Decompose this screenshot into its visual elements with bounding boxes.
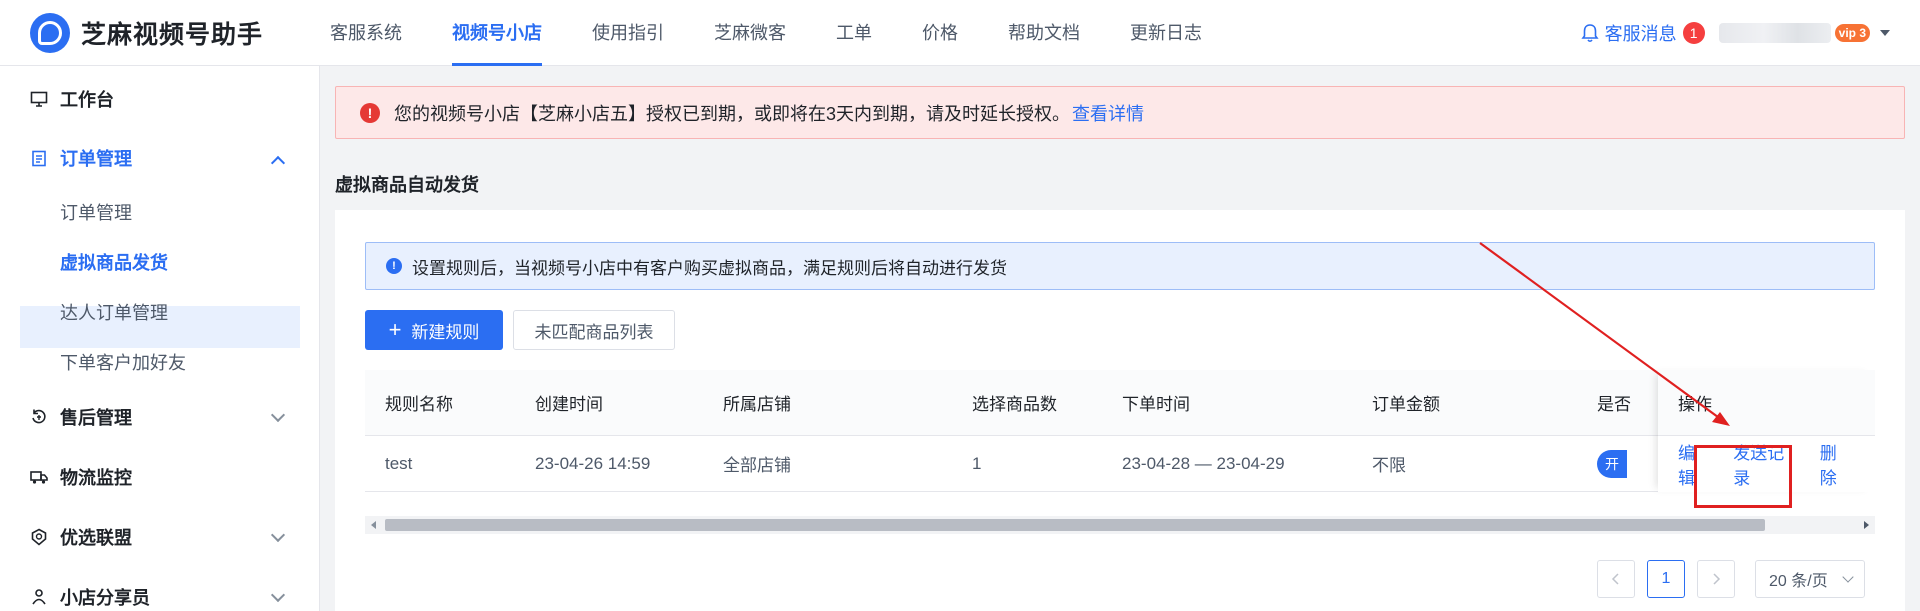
header-enabled: 是否 <box>1597 395 1631 414</box>
header-actions: 操作 <box>1658 370 1875 436</box>
user-name-blurred[interactable] <box>1718 23 1831 43</box>
horizontal-scrollbar[interactable] <box>365 516 1875 534</box>
badge-icon <box>30 528 48 546</box>
error-icon: ! <box>360 102 380 123</box>
monitor-icon <box>30 90 48 108</box>
chevron-left-icon <box>1611 573 1619 585</box>
sidebar-sub-orders[interactable]: 订单管理 <box>60 199 132 225</box>
table-row[interactable]: test 23-04-26 14:59 全部店铺 1 23-04-28 — 23… <box>365 436 1875 492</box>
header-product-count: 选择商品数 <box>972 395 1057 414</box>
unmatched-list-button[interactable]: 未匹配商品列表 <box>513 310 675 350</box>
nav-item-price[interactable]: 价格 <box>922 0 958 66</box>
chevron-down-icon[interactable] <box>270 527 286 543</box>
view-details-link[interactable]: 查看详情 <box>1072 100 1144 126</box>
sidebar-sub-add-customers[interactable]: 下单客户加好友 <box>60 349 186 375</box>
annotation-highlight-box <box>1694 445 1792 508</box>
top-bar: 芝麻视频号助手 客服系统 视频号小店 使用指引 芝麻微客 工单 价格 帮助文档 … <box>0 0 1920 66</box>
page-title: 虚拟商品自动发货 <box>335 175 479 195</box>
header-order-time: 下单时间 <box>1122 395 1190 414</box>
chevron-up-icon[interactable] <box>270 155 286 171</box>
sidebar-sub-virtual-delivery[interactable]: 虚拟商品发货 <box>60 249 168 275</box>
messages-link[interactable]: 客服消息 1 <box>1581 20 1705 46</box>
info-icon: ! <box>386 258 402 274</box>
user-menu-caret-icon[interactable] <box>1880 30 1890 36</box>
rules-table: 规则名称 创建时间 所属店铺 选择商品数 下单时间 订单金额 是否 test 2… <box>365 370 1875 492</box>
top-nav: 客服系统 视频号小店 使用指引 芝麻微客 工单 价格 帮助文档 更新日志 <box>330 0 1252 66</box>
scroll-thumb[interactable] <box>385 519 1765 531</box>
new-rule-button[interactable]: + 新建规则 <box>365 310 503 350</box>
cell-product-count: 1 <box>972 453 982 473</box>
chevron-down-icon[interactable] <box>270 407 286 423</box>
scroll-right-icon[interactable] <box>1864 521 1869 529</box>
clipboard-icon <box>30 149 48 167</box>
page-size-select[interactable]: 20 条/页 <box>1755 560 1865 598</box>
sidebar-group-sharer[interactable]: 小店分享员 <box>30 584 150 610</box>
sidebar-item-label: 订单管理 <box>60 149 132 169</box>
top-right-area: 客服消息 1 vip 3 <box>1581 0 1890 66</box>
content-card: ! 设置规则后，当视频号小店中有客户购买虚拟商品，满足规则后将自动进行发货 + … <box>335 210 1905 611</box>
sidebar-sub-influencer-orders[interactable]: 达人订单管理 <box>60 299 168 325</box>
sharer-icon <box>30 588 48 606</box>
delete-button[interactable]: 删除 <box>1820 439 1851 489</box>
brand-name: 芝麻视频号助手 <box>81 20 264 49</box>
sidebar-item-label: 工作台 <box>60 90 114 110</box>
sidebar-group-alliance[interactable]: 优选联盟 <box>30 524 132 550</box>
page-size-label: 20 条/页 <box>1769 573 1828 590</box>
nav-item-changelog[interactable]: 更新日志 <box>1130 0 1202 66</box>
new-rule-label: 新建规则 <box>411 322 480 342</box>
chevron-down-icon[interactable] <box>270 587 286 603</box>
nav-item-help-docs[interactable]: 帮助文档 <box>1008 0 1080 66</box>
truck-icon <box>30 468 48 486</box>
vip-badge: vip 3 <box>1834 24 1870 42</box>
cell-shop: 全部店铺 <box>723 456 791 475</box>
sidebar-group-after-sales[interactable]: 售后管理 <box>30 404 132 430</box>
chevron-down-icon <box>1842 571 1854 583</box>
sidebar-item-label: 优选联盟 <box>60 528 132 548</box>
expiry-alert: ! 您的视频号小店【芝麻小店五】授权已到期，或即将在3天内到期，请及时延长授权。… <box>335 86 1905 139</box>
cell-order-time: 23-04-28 — 23-04-29 <box>1122 453 1285 473</box>
table-header: 规则名称 创建时间 所属店铺 选择商品数 下单时间 订单金额 是否 <box>365 370 1875 436</box>
sidebar-item-label: 物流监控 <box>60 468 132 488</box>
sidebar-group-orders[interactable]: 订单管理 <box>30 145 132 171</box>
nav-item-zhima-weike[interactable]: 芝麻微客 <box>714 0 786 66</box>
prev-page-button[interactable] <box>1597 560 1635 598</box>
bell-icon <box>1581 24 1599 43</box>
nav-item-guide[interactable]: 使用指引 <box>592 0 664 66</box>
sidebar-item-label: 小店分享员 <box>60 588 150 608</box>
nav-item-customer-service[interactable]: 客服系统 <box>330 0 402 66</box>
messages-badge: 1 <box>1682 22 1705 44</box>
sidebar-item-workbench[interactable]: 工作台 <box>30 86 114 112</box>
sidebar-item-label: 售后管理 <box>60 408 132 428</box>
header-shop: 所属店铺 <box>723 395 791 414</box>
brand[interactable]: 芝麻视频号助手 <box>30 12 330 53</box>
chevron-right-icon <box>1713 573 1721 585</box>
header-created: 创建时间 <box>535 395 603 414</box>
header-order-amount: 订单金额 <box>1372 395 1440 414</box>
header-rule-name: 规则名称 <box>385 395 453 414</box>
info-banner: ! 设置规则后，当视频号小店中有客户购买虚拟商品，满足规则后将自动进行发货 <box>365 242 1875 290</box>
page-1-button[interactable]: 1 <box>1647 560 1685 598</box>
refund-icon <box>30 408 48 426</box>
plus-icon: + <box>388 317 402 342</box>
cell-created: 23-04-26 14:59 <box>535 453 651 473</box>
messages-label: 客服消息 <box>1604 24 1677 44</box>
cell-order-amount: 不限 <box>1372 456 1406 475</box>
logo-icon <box>30 12 70 53</box>
info-text: 设置规则后，当视频号小店中有客户购买虚拟商品，满足规则后将自动进行发货 <box>412 258 1007 278</box>
next-page-button[interactable] <box>1697 560 1735 598</box>
scroll-left-icon[interactable] <box>371 521 376 529</box>
cell-rule-name: test <box>385 453 413 473</box>
sidebar: 工作台 订单管理 订单管理 虚拟商品发货 达人订单管理 下单客户加好友 售后管理… <box>0 66 320 611</box>
enable-toggle[interactable]: 开 <box>1597 450 1627 478</box>
sidebar-item-logistics[interactable]: 物流监控 <box>30 464 132 490</box>
nav-item-video-shop[interactable]: 视频号小店 <box>452 0 542 66</box>
alert-text: 您的视频号小店【芝麻小店五】授权已到期，或即将在3天内到期，请及时延长授权。 <box>394 103 1071 124</box>
nav-item-ticket[interactable]: 工单 <box>836 0 872 66</box>
